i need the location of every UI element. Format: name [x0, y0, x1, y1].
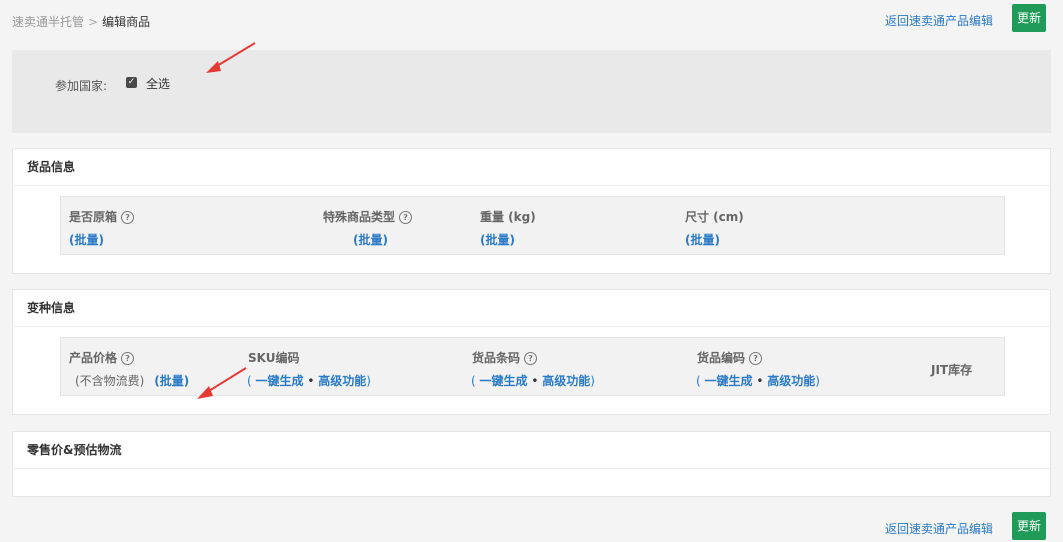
special-type-header: 特殊商品类型?	[323, 208, 413, 225]
barcode-dot: •	[531, 374, 539, 388]
size-header: 尺寸 (cm)	[685, 210, 744, 224]
variant-info-card: 变种信息 产品价格? (不含物流费) (批量) SKU编码 ( 一键生成 • 高…	[12, 289, 1051, 415]
retail-card: 零售价&预估物流	[12, 431, 1051, 497]
sku-actions: ( 一键生成 • 高级功能)	[247, 372, 371, 389]
cargo-code-generate-link[interactable]: 一键生成	[705, 374, 753, 388]
barcode-actions: ( 一键生成 • 高级功能)	[471, 372, 595, 389]
original-box-batch-link[interactable]: (批量)	[69, 231, 104, 248]
cargo-info-title: 货品信息	[13, 149, 1050, 186]
breadcrumb-current: 编辑商品	[102, 15, 151, 29]
size-batch-link[interactable]: (批量)	[685, 231, 720, 248]
sku-dot: •	[307, 374, 315, 388]
barcode-open-paren: (	[471, 374, 476, 388]
variant-info-title: 变种信息	[13, 290, 1050, 327]
help-icon[interactable]: ?	[399, 211, 413, 224]
cargo-code-close-paren: )	[815, 374, 820, 388]
sku-header: SKU编码	[248, 351, 300, 365]
cargo-code-header: 货品编码?	[697, 349, 763, 366]
price-label: 产品价格	[69, 351, 118, 365]
select-all-checkbox[interactable]: ✓	[126, 77, 137, 88]
help-icon[interactable]: ?	[524, 352, 538, 365]
cargo-code-dot: •	[756, 374, 764, 388]
help-icon[interactable]: ?	[121, 352, 135, 365]
barcode-advanced-link[interactable]: 高级功能	[542, 374, 590, 388]
barcode-header: 货品条码?	[472, 349, 538, 366]
retail-title: 零售价&预估物流	[13, 432, 1050, 469]
weight-header: 重量 (kg)	[480, 210, 536, 224]
original-box-header: 是否原箱?	[69, 208, 135, 225]
barcode-label: 货品条码	[472, 351, 521, 365]
sku-advanced-link[interactable]: 高级功能	[318, 374, 366, 388]
update-button-top[interactable]: 更新	[1012, 4, 1046, 32]
cargo-code-open-paren: (	[696, 374, 701, 388]
sku-close-paren: )	[366, 374, 371, 388]
breadcrumb: 速卖通半托管 > 编辑商品	[12, 13, 150, 30]
select-all-label[interactable]: 全选	[146, 75, 170, 92]
price-subline: (不含物流费) (批量)	[75, 372, 189, 389]
back-to-edit-link-bottom[interactable]: 返回速卖通产品编辑	[885, 520, 993, 537]
cargo-code-actions: ( 一键生成 • 高级功能)	[696, 372, 820, 389]
original-box-label: 是否原箱	[69, 210, 118, 224]
top-bar: 速卖通半托管 > 编辑商品 返回速卖通产品编辑 更新	[0, 0, 1063, 40]
breadcrumb-parent-link[interactable]: 速卖通半托管	[12, 15, 84, 29]
annotation-arrow-icon	[206, 42, 256, 73]
cargo-info-grid: 是否原箱? (批量) 特殊商品类型? (批量) 重量 (kg) (批量) 尺寸 …	[60, 196, 1005, 255]
price-header: 产品价格?	[69, 349, 135, 366]
barcode-generate-link[interactable]: 一键生成	[480, 374, 528, 388]
price-note: (不含物流费)	[75, 374, 145, 388]
cargo-code-label: 货品编码	[697, 351, 746, 365]
sku-generate-link[interactable]: 一键生成	[256, 374, 304, 388]
update-button-bottom[interactable]: 更新	[1012, 512, 1046, 540]
cargo-code-advanced-link[interactable]: 高级功能	[767, 374, 815, 388]
annotation-arrow-icon	[197, 367, 247, 399]
back-to-edit-link-top[interactable]: 返回速卖通产品编辑	[885, 12, 993, 29]
country-panel: 参加国家: ✓ 全选	[12, 50, 1051, 133]
help-icon[interactable]: ?	[749, 352, 763, 365]
barcode-close-paren: )	[590, 374, 595, 388]
special-type-batch-link[interactable]: (批量)	[353, 231, 388, 248]
cargo-info-card: 货品信息 是否原箱? (批量) 特殊商品类型? (批量) 重量 (kg) (批量…	[12, 148, 1051, 274]
special-type-label: 特殊商品类型	[323, 210, 396, 224]
price-batch-link[interactable]: (批量)	[154, 374, 189, 388]
country-label: 参加国家:	[55, 79, 108, 93]
jit-stock-header: JIT库存	[931, 363, 973, 377]
weight-batch-link[interactable]: (批量)	[480, 231, 515, 248]
breadcrumb-separator: >	[88, 15, 99, 29]
help-icon[interactable]: ?	[121, 211, 135, 224]
